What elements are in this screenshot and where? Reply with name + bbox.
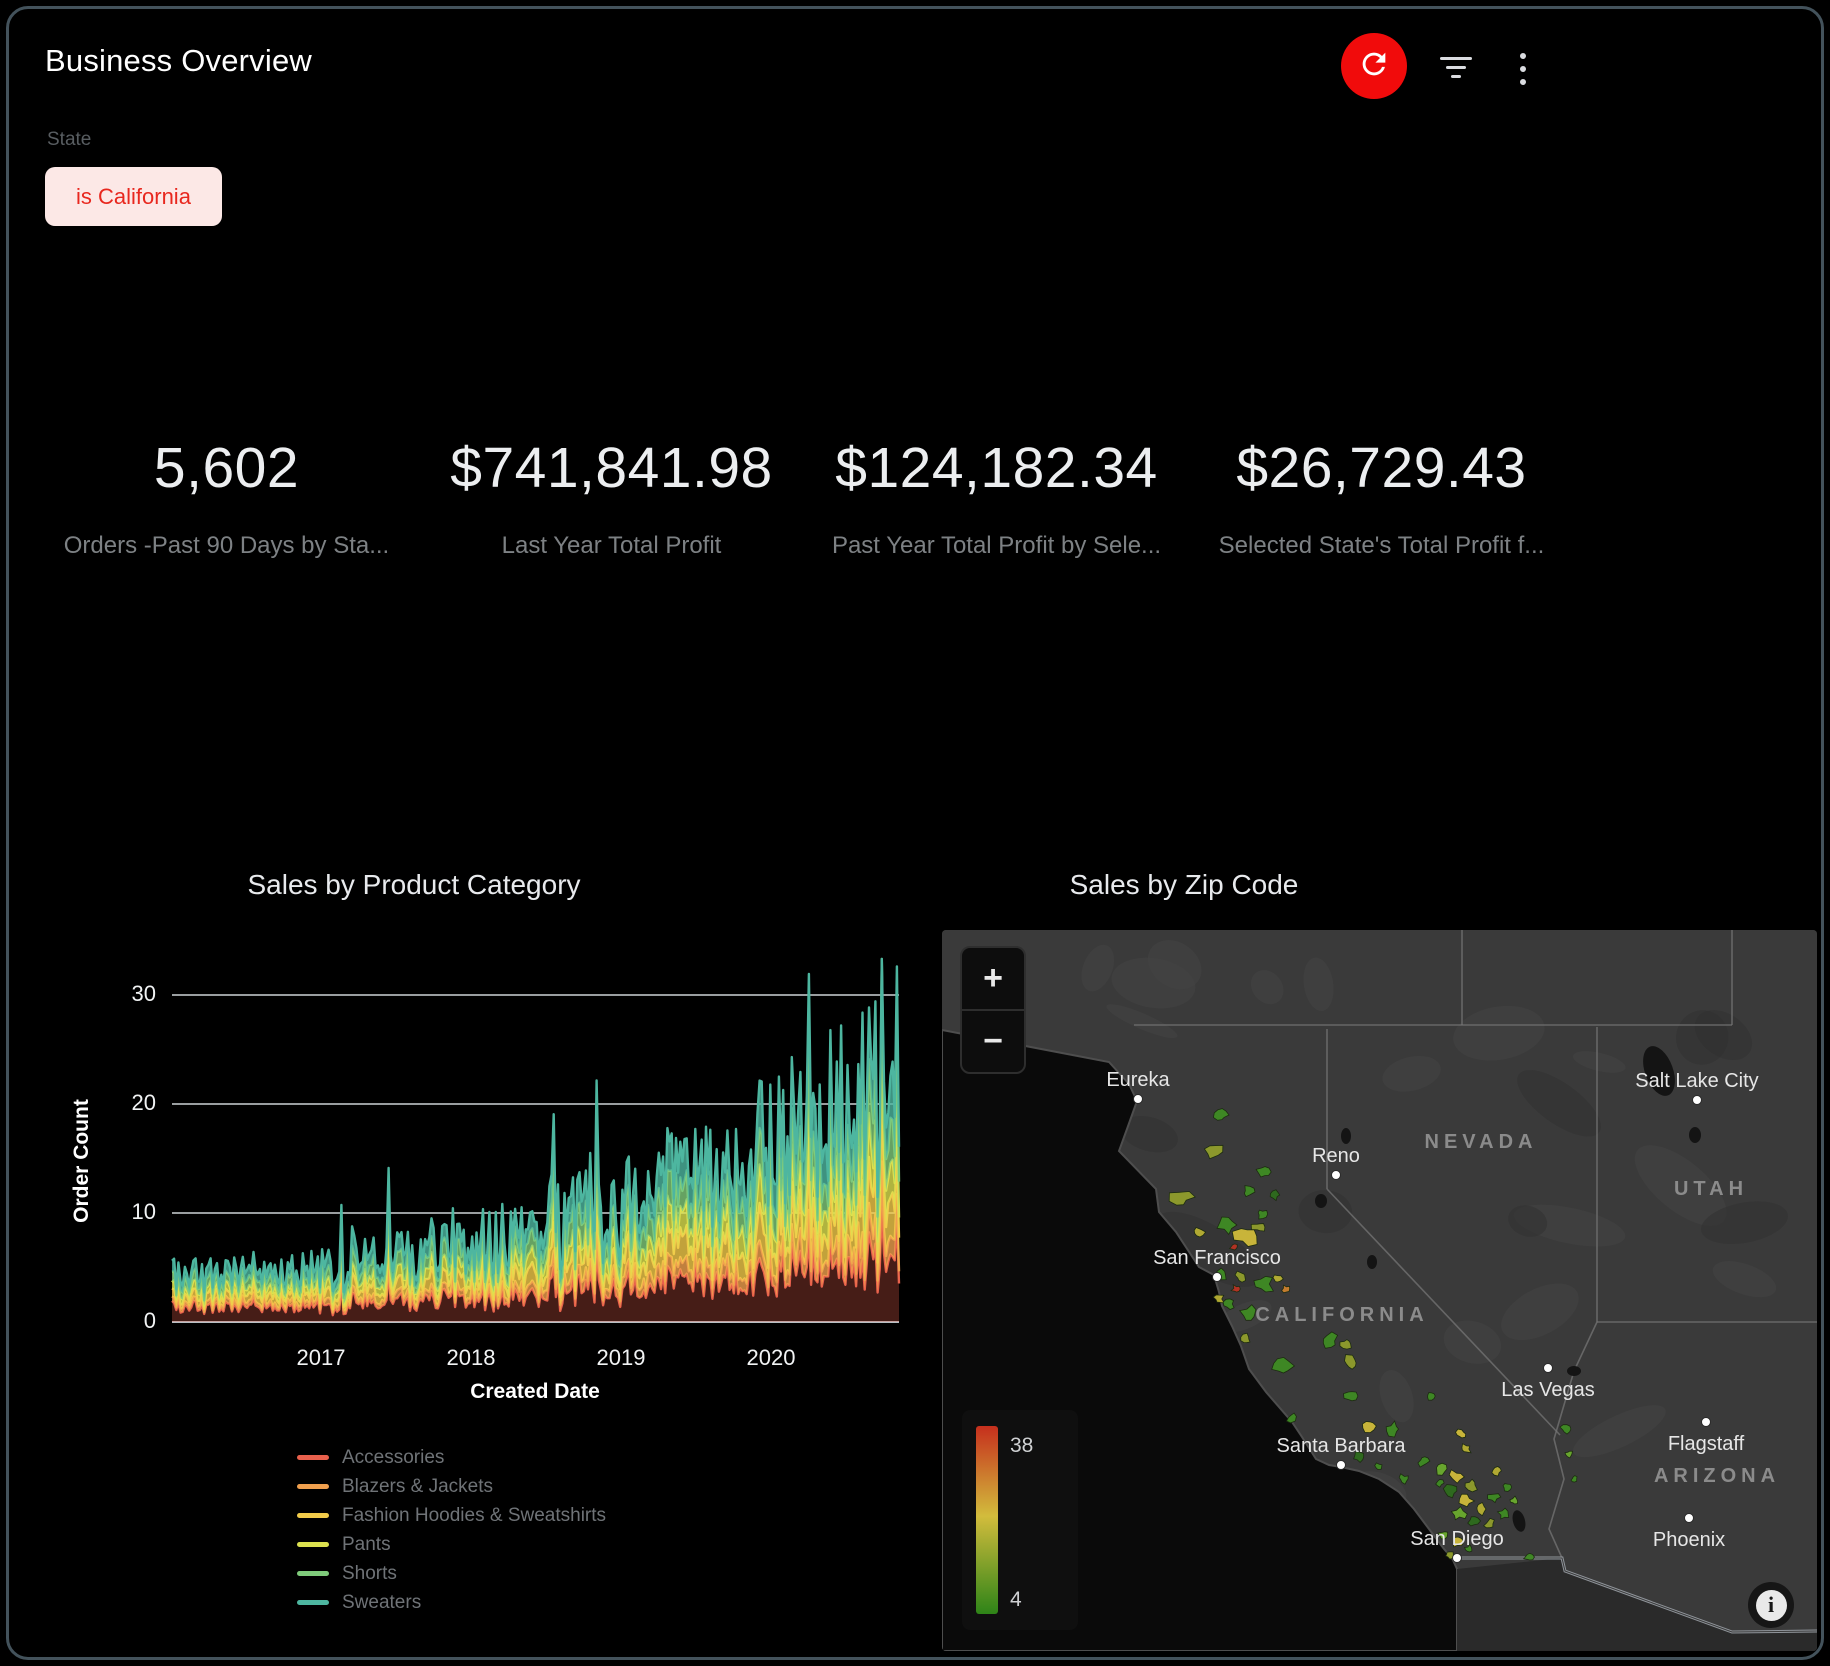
kpi-state-profit: $26,729.43 Selected State's Total Profit… xyxy=(1189,435,1574,560)
city-label: Eureka xyxy=(1106,1069,1170,1091)
city-label: Salt Lake City xyxy=(1635,1070,1758,1092)
svg-text:2020: 2020 xyxy=(747,1345,796,1370)
sales-by-category-chart[interactable]: 30 20 10 0 2017 2018 2019 2020 Created Date Order… xyxy=(64,939,909,1414)
kpi-orders: 5,602 Orders -Past 90 Days by Sta... xyxy=(34,435,419,560)
state-label: CALIFORNIA xyxy=(1255,1304,1428,1326)
kpi-value: $26,729.43 xyxy=(1189,435,1574,501)
kpi-label: Orders -Past 90 Days by Sta... xyxy=(34,532,419,560)
kpi-last-year-profit: $741,841.98 Last Year Total Profit xyxy=(419,435,804,560)
city-label: Las Vegas xyxy=(1501,1379,1594,1401)
svg-text:Created Date: Created Date xyxy=(470,1380,600,1403)
svg-text:20: 20 xyxy=(132,1090,156,1115)
kpi-value: $124,182.34 xyxy=(804,435,1189,501)
scale-max: 38 xyxy=(1010,1434,1033,1458)
filter-button[interactable] xyxy=(1433,49,1479,85)
kebab-dot xyxy=(1520,66,1526,72)
legend-swatch xyxy=(297,1455,329,1460)
legend-label: Shorts xyxy=(342,1563,397,1585)
zip-map-title: Sales by Zip Code xyxy=(809,869,1559,901)
kpi-label: Selected State's Total Profit f... xyxy=(1189,532,1574,560)
city-label: San Francisco xyxy=(1153,1247,1281,1269)
svg-text:2018: 2018 xyxy=(447,1345,496,1370)
zip-code-map[interactable]: NEVADA UTAH CALIFORNIA ARIZONA Eureka Salt La… xyxy=(942,930,1817,1651)
refresh-button[interactable] xyxy=(1341,33,1407,99)
city-label: Phoenix xyxy=(1653,1529,1725,1551)
dashboard-frame: Business Overview State is California 5,… xyxy=(6,6,1824,1660)
legend-swatch xyxy=(297,1513,329,1518)
svg-text:2017: 2017 xyxy=(297,1345,346,1370)
legend-item[interactable]: Accessories xyxy=(297,1443,606,1472)
kebab-dot xyxy=(1520,53,1526,59)
map-info-button[interactable]: i xyxy=(1748,1582,1794,1628)
state-label: UTAH xyxy=(1674,1178,1748,1200)
legend-label: Fashion Hoodies & Sweatshirts xyxy=(342,1505,606,1527)
refresh-icon xyxy=(1357,47,1391,86)
info-icon: i xyxy=(1756,1590,1787,1621)
legend-swatch xyxy=(297,1484,329,1489)
legend-item[interactable]: Sweaters xyxy=(297,1588,606,1617)
kpi-label: Past Year Total Profit by Sele... xyxy=(804,532,1189,560)
more-options-button[interactable] xyxy=(1505,47,1541,91)
legend-label: Sweaters xyxy=(342,1592,421,1614)
kpi-label: Last Year Total Profit xyxy=(419,532,804,560)
scale-min: 4 xyxy=(1010,1588,1022,1612)
color-gradient-bar xyxy=(976,1426,998,1614)
legend-swatch xyxy=(297,1600,329,1605)
kpi-row: 5,602 Orders -Past 90 Days by Sta... $74… xyxy=(34,435,1574,560)
city-label: San Diego xyxy=(1410,1528,1503,1550)
category-chart-title: Sales by Product Category xyxy=(39,869,789,901)
city-label: Santa Barbara xyxy=(1277,1435,1407,1457)
kebab-dot xyxy=(1520,79,1526,85)
zoom-in-button[interactable]: + xyxy=(962,948,1024,1009)
svg-text:Order Count: Order Count xyxy=(70,1099,93,1223)
state-label: NEVADA xyxy=(1425,1131,1538,1153)
city-label: Reno xyxy=(1312,1145,1360,1167)
svg-text:2019: 2019 xyxy=(597,1345,646,1370)
legend-item[interactable]: Blazers & Jackets xyxy=(297,1472,606,1501)
legend-item[interactable]: Shorts xyxy=(297,1559,606,1588)
kpi-past-year-profit: $124,182.34 Past Year Total Profit by Se… xyxy=(804,435,1189,560)
legend-item[interactable]: Fashion Hoodies & Sweatshirts xyxy=(297,1501,606,1530)
kpi-value: 5,602 xyxy=(34,435,419,501)
filter-list-icon xyxy=(1440,57,1472,78)
filter-state-label: State xyxy=(47,129,91,151)
zoom-out-button[interactable]: − xyxy=(962,1011,1024,1072)
svg-text:10: 10 xyxy=(132,1199,156,1224)
legend-item[interactable]: Pants xyxy=(297,1530,606,1559)
state-filter-chip[interactable]: is California xyxy=(45,167,222,226)
legend-label: Accessories xyxy=(342,1447,444,1469)
legend-label: Pants xyxy=(342,1534,391,1556)
kpi-value: $741,841.98 xyxy=(419,435,804,501)
svg-text:0: 0 xyxy=(144,1308,156,1333)
legend-swatch xyxy=(297,1542,329,1547)
legend-swatch xyxy=(297,1571,329,1576)
map-color-scale: 38 4 xyxy=(962,1410,1078,1630)
legend-label: Blazers & Jackets xyxy=(342,1476,493,1498)
city-label: Flagstaff xyxy=(1668,1433,1745,1455)
state-label: ARIZONA xyxy=(1654,1465,1780,1487)
map-zoom-controls: + − xyxy=(960,946,1026,1074)
svg-text:30: 30 xyxy=(132,981,156,1006)
page-title: Business Overview xyxy=(45,43,312,79)
category-chart-legend: Accessories Blazers & Jackets Fashion Ho… xyxy=(297,1443,606,1617)
